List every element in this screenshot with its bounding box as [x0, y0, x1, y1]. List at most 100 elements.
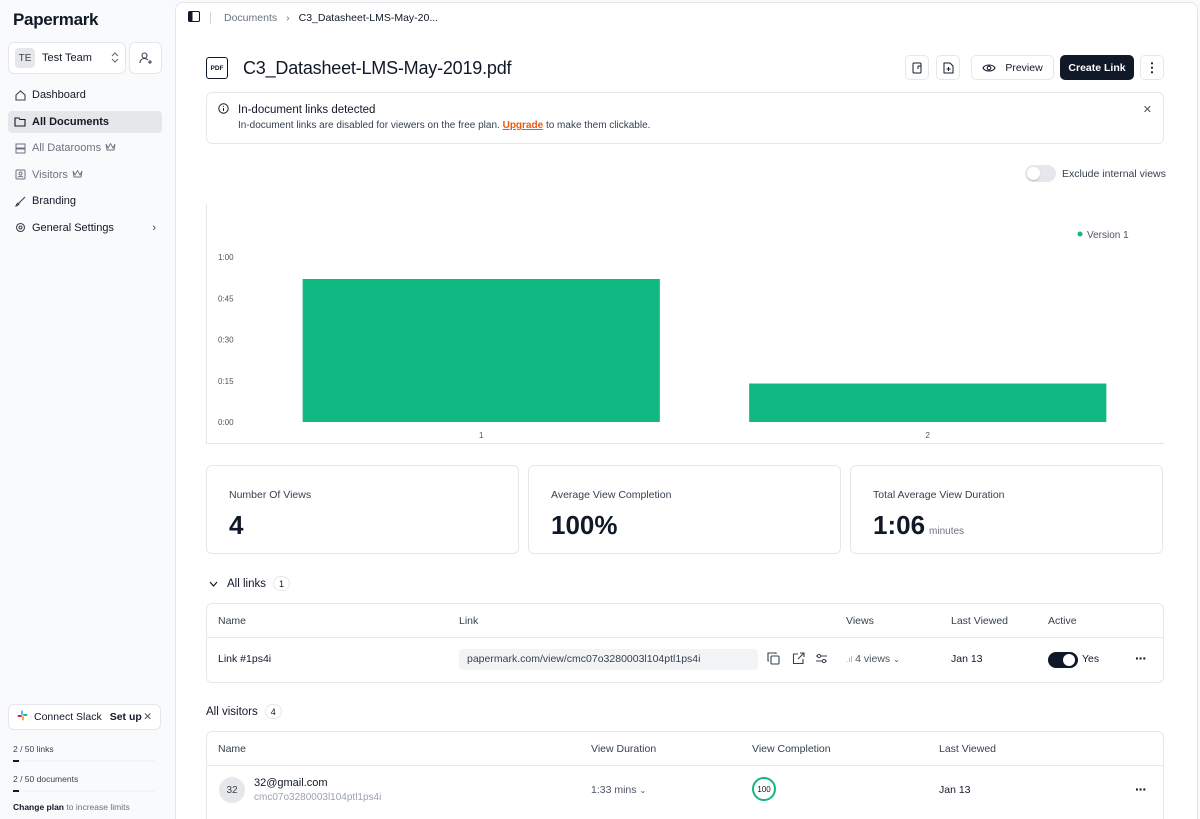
exclude-internal-views-toggle[interactable]	[1025, 165, 1056, 182]
crown-icon	[72, 169, 83, 181]
sidebar-toggle-icon[interactable]	[187, 10, 201, 25]
bar-1[interactable]	[302, 279, 660, 422]
team-name: Test Team	[42, 52, 92, 64]
views-count: 4 views	[855, 653, 891, 665]
sidebar-item-branding[interactable]: Branding	[8, 190, 162, 212]
column-header: Name	[218, 743, 247, 755]
all-links-header[interactable]: All links 1	[209, 576, 290, 591]
x-tick-label: 1	[479, 431, 484, 440]
notice-title: In-document links detected	[238, 104, 376, 116]
legend-label: Version 1	[1087, 230, 1129, 241]
change-plan-text: Change plan to increase limits	[13, 802, 130, 812]
team-avatar: TE	[15, 48, 35, 68]
document-header: PDF C3_Datasheet-LMS-May-2019.pdf	[206, 57, 512, 79]
app-logo[interactable]: Papermark	[13, 10, 99, 30]
stat-value: 4	[229, 510, 243, 541]
y-tick-label: 0:45	[218, 294, 234, 303]
stat-label: Total Average View Duration	[873, 489, 1005, 501]
download-button[interactable]	[905, 55, 929, 80]
y-tick-label: 1:00	[218, 253, 234, 262]
add-user-button[interactable]	[129, 42, 162, 74]
documents-limit: 2 / 50 documents	[13, 774, 155, 792]
sidebar-item-all-documents[interactable]: All Documents	[8, 110, 162, 133]
sidebar-item-visitors[interactable]: Visitors	[8, 164, 162, 186]
documents-limit-fill	[13, 790, 19, 792]
visitor-link-id: cmc07o3280003l104ptl1ps4i	[254, 792, 382, 803]
stat-unit: minutes	[929, 526, 965, 537]
in-document-links-notice: In-document links detected In-document l…	[206, 92, 1164, 144]
slack-icon	[17, 710, 28, 724]
create-link-button[interactable]: Create Link	[1060, 55, 1134, 80]
chart-border-left	[206, 204, 207, 444]
documents-limit-label: 2 / 50 documents	[13, 774, 79, 784]
external-link-icon[interactable]	[792, 652, 805, 668]
more-horizontal-icon[interactable]: ···	[1135, 650, 1147, 666]
last-viewed: Jan 13	[951, 653, 983, 665]
sidebar-item-label: All Documents	[32, 115, 110, 128]
column-header: View Completion	[752, 743, 831, 755]
stat-number: 4	[229, 510, 244, 540]
stat-label: Number Of Views	[229, 489, 312, 501]
close-icon[interactable]: ✕	[1143, 103, 1152, 116]
views-duration-chart: 0:00 0:15 0:30 0:45 1:00 1 2 Version 1	[206, 204, 1164, 444]
sidebar-item-dashboard[interactable]: Dashboard	[8, 84, 162, 106]
view-duration-dropdown[interactable]: 1:33 mins ⌄	[591, 784, 646, 796]
visitor-email: 32@gmail.com	[254, 777, 328, 789]
more-horizontal-icon[interactable]: ···	[1135, 781, 1147, 797]
preview-button[interactable]: Preview	[971, 55, 1054, 80]
stat-value: 1:06 minutes	[873, 510, 964, 541]
y-tick-label: 0:30	[218, 336, 234, 345]
change-plan-link[interactable]: Change plan	[13, 802, 64, 812]
chevron-right-icon: ›	[152, 221, 156, 234]
more-options-button[interactable]: ⋮	[1140, 55, 1164, 80]
links-limit-fill	[13, 760, 19, 762]
column-header: Active	[1048, 615, 1077, 627]
eye-icon	[982, 63, 996, 72]
sidebar-item-label: Branding	[32, 195, 77, 207]
bar-chart-icon: .ıl	[846, 655, 853, 664]
sidebar-item-label: General Settings	[32, 221, 114, 234]
views-dropdown[interactable]: .ıl 4 views ⌄	[846, 653, 900, 665]
table-row[interactable]: 32 32@gmail.com cmc07o3280003l104ptl1ps4…	[207, 766, 1163, 816]
stat-card-completion: Average View Completion 100%	[528, 465, 841, 554]
sidebar-item-general-settings[interactable]: General Settings ›	[8, 217, 162, 239]
breadcrumb-documents[interactable]: Documents	[224, 12, 277, 24]
stat-card-views: Number Of Views 4	[206, 465, 519, 554]
user-plus-icon	[138, 52, 152, 64]
brush-icon	[14, 195, 26, 207]
column-header: Name	[218, 615, 247, 627]
exclude-internal-views: Exclude internal views	[1025, 165, 1166, 182]
links-limit-bar	[13, 760, 155, 762]
sidebar-item-label: Dashboard	[32, 89, 86, 101]
document-title[interactable]: C3_Datasheet-LMS-May-2019.pdf	[243, 58, 512, 79]
upgrade-link[interactable]: Upgrade	[503, 120, 544, 131]
close-icon[interactable]: ✕	[143, 711, 152, 723]
links-count-badge: 1	[272, 576, 290, 591]
sidebar-item-all-datarooms[interactable]: All Datarooms	[8, 137, 162, 159]
stat-number: 100%	[551, 510, 618, 540]
sidebar-nav: Dashboard All Documents All Datarooms Vi…	[8, 84, 162, 243]
info-icon	[218, 103, 229, 117]
upload-new-version-button[interactable]	[936, 55, 960, 80]
connect-slack-banner: Connect Slack Set up ✕	[8, 704, 161, 730]
visitors-table-header: Name View Duration View Completion Last …	[207, 732, 1163, 766]
bar-2[interactable]	[749, 383, 1107, 423]
breadcrumb-current: C3_Datasheet-LMS-May-20...	[298, 12, 439, 24]
team-selector[interactable]: TE Test Team	[8, 42, 126, 74]
change-plan-suffix: to increase limits	[66, 802, 130, 812]
visitors-table: Name View Duration View Completion Last …	[206, 731, 1164, 819]
links-table: Name Link Views Last Viewed Active Link …	[206, 603, 1164, 683]
links-limit: 2 / 50 links	[13, 744, 155, 762]
chevrons-up-down-icon	[111, 51, 119, 65]
chevron-down-icon	[209, 578, 218, 590]
column-header: View Duration	[591, 743, 657, 755]
copy-icon[interactable]	[767, 652, 780, 668]
file-export-icon	[912, 62, 921, 73]
link-name[interactable]: Link #1ps4i	[218, 653, 271, 665]
slack-setup-button[interactable]: Set up	[110, 711, 142, 723]
active-toggle[interactable]	[1048, 652, 1078, 668]
server-icon	[14, 142, 26, 154]
settings-sliders-icon[interactable]	[815, 652, 828, 668]
link-url[interactable]: papermark.com/view/cmc07o3280003l104ptl1…	[459, 649, 758, 670]
sidebar-item-label: Visitors	[32, 168, 68, 181]
